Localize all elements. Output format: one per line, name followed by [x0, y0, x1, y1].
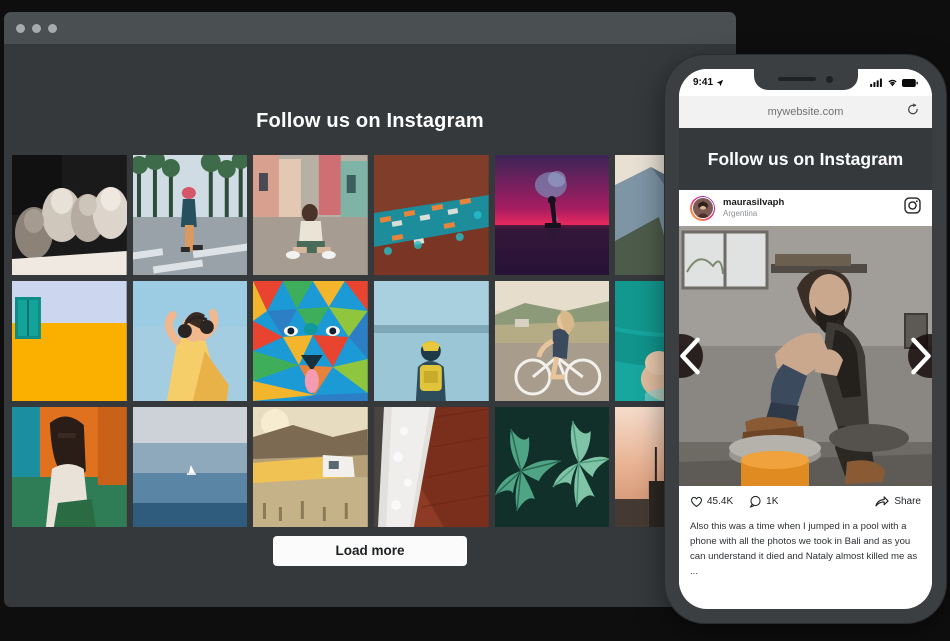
comment-count: 1K: [766, 495, 779, 507]
photo-yellow-wall-icon: [12, 281, 127, 401]
photo-woman-orange-room-icon: [12, 407, 127, 527]
photo-geometric-mural-icon: [253, 281, 369, 401]
comment-action[interactable]: 1K: [749, 495, 778, 508]
status-bar-time-group: 9:41: [693, 77, 724, 88]
photo-yellow-dress-icon: [132, 281, 248, 401]
window-maximize-dot[interactable]: [48, 23, 57, 33]
grid-photo-tile[interactable]: [253, 281, 369, 401]
location-arrow-icon: [716, 79, 724, 86]
instagram-location: Argentina: [723, 208, 758, 218]
load-more-container: Load more: [4, 536, 736, 566]
share-label: Share: [894, 495, 921, 507]
avatar-photo-icon: [692, 198, 713, 218]
carousel-next-button[interactable]: [908, 334, 932, 378]
grid-photo-tile[interactable]: [374, 407, 489, 527]
wifi-icon: [888, 79, 897, 87]
status-time: 9:41: [693, 77, 714, 88]
photo-colorful-street-icon: [253, 155, 369, 275]
avatar[interactable]: [690, 195, 715, 221]
instagram-post-header: maurasilvaph Argentina: [679, 190, 932, 226]
load-more-button[interactable]: Load more: [273, 536, 467, 566]
share-action[interactable]: Share: [875, 495, 921, 508]
grid-photo-tile[interactable]: [12, 281, 127, 401]
instagram-username: maurasilvaph: [723, 196, 785, 208]
grid-photo-tile[interactable]: [494, 407, 610, 527]
grid-photo-tile[interactable]: [374, 155, 489, 275]
like-action[interactable]: 45.4K: [690, 495, 733, 508]
chevron-left-icon: [680, 337, 700, 375]
instagram-icon[interactable]: [904, 197, 921, 219]
grid-photo-tile[interactable]: [253, 407, 369, 527]
like-count: 45.4K: [707, 495, 734, 507]
photo-yellow-train-icon: [253, 407, 369, 527]
instagram-post-caption: Also this was a time when I jumped in a …: [679, 516, 932, 590]
photo-cyclist-icon: [494, 281, 610, 401]
browser-window: Follow us on Instagram Load more: [4, 12, 736, 607]
photo-aerial-traffic-icon: [374, 155, 489, 275]
photo-waves-red-rock-icon: [374, 407, 489, 527]
window-close-dot[interactable]: [16, 23, 25, 33]
comment-icon: [749, 495, 761, 508]
avatar-image: [691, 197, 714, 219]
url-text: mywebsite.com: [767, 106, 844, 118]
carousel-prev-button[interactable]: [679, 334, 703, 378]
cellular-signal-icon: [870, 78, 882, 87]
reload-icon[interactable]: [907, 103, 919, 121]
grid-photo-tile[interactable]: [132, 155, 248, 275]
instagram-account-info: maurasilvaph Argentina: [723, 196, 896, 218]
photo-sailboat-sea-icon: [132, 407, 248, 527]
grid-photo-tile[interactable]: [374, 281, 489, 401]
mobile-section-heading: Follow us on Instagram: [679, 128, 932, 190]
browser-title-bar: [4, 12, 736, 44]
phone-mockup: 9:41 mywebsite.com Follow us on Instagra…: [665, 55, 946, 623]
photo-crosswalk-icon: [132, 155, 248, 275]
grid-photo-tile[interactable]: [132, 281, 248, 401]
front-camera: [826, 75, 833, 83]
grid-photo-tile[interactable]: [494, 155, 610, 275]
share-icon: [875, 495, 889, 506]
browser-viewport: Follow us on Instagram Load more: [4, 44, 736, 607]
post-photo-workshop-icon: [679, 226, 932, 486]
grid-photo-tile[interactable]: [253, 155, 369, 275]
heart-icon: [691, 496, 702, 507]
mobile-page-title: Follow us on Instagram: [707, 148, 904, 169]
photo-smoke-silhouette-icon: [494, 155, 610, 275]
phone-screen: 9:41 mywebsite.com Follow us on Instagra…: [679, 69, 932, 609]
earpiece-speaker: [778, 77, 816, 81]
status-bar-indicators: [870, 78, 918, 87]
page-title: Follow us on Instagram: [256, 110, 484, 132]
phone-notch: [753, 69, 858, 90]
photo-tropical-leaves-icon: [494, 407, 610, 527]
grid-photo-tile[interactable]: [12, 155, 127, 275]
grid-photo-tile[interactable]: [12, 407, 127, 527]
instagram-post-actions: 45.4K 1K Share: [679, 486, 932, 516]
window-minimize-dot[interactable]: [32, 23, 41, 33]
grid-photo-tile[interactable]: [494, 281, 610, 401]
mobile-browser-url-bar[interactable]: mywebsite.com: [679, 96, 932, 128]
instagram-post-photo[interactable]: [679, 226, 932, 486]
photo-friends-bw-icon: [12, 155, 127, 275]
instagram-photo-grid: [12, 155, 736, 527]
photo-hiker-lake-icon: [374, 281, 489, 401]
grid-photo-tile[interactable]: [132, 407, 248, 527]
battery-icon: [902, 78, 918, 87]
chevron-right-icon: [911, 337, 931, 375]
